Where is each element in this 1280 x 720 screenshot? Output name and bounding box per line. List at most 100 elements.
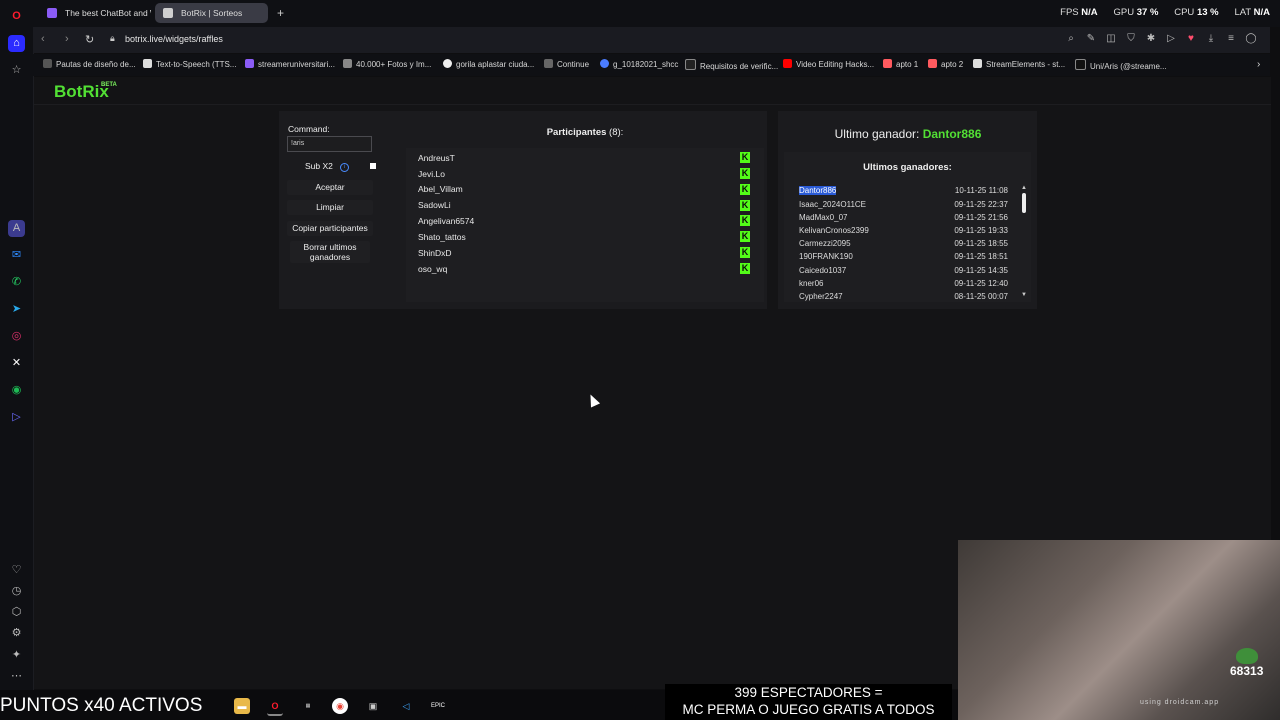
command-input[interactable]: !aris [287, 136, 372, 152]
forward-icon[interactable]: › [65, 33, 69, 45]
bookmark-item[interactable]: streameruniversitari... [245, 59, 335, 69]
app-icon[interactable]: ▦ [300, 698, 316, 714]
menu-icon[interactable]: ≡ [1225, 33, 1237, 45]
bookmark-item[interactable]: 40.000+ Fotos y Im... [343, 59, 431, 69]
bookmark-item[interactable]: Pautas de diseño de... [43, 59, 136, 69]
extensions-cube-icon[interactable]: ⬡ [8, 604, 25, 621]
tab-bar: The best ChatBot and Wid BotRix | Sorteo… [33, 0, 1280, 27]
obs-icon[interactable]: ▣ [365, 698, 381, 714]
bookmark-item[interactable]: Text-to-Speech (TTS... [143, 59, 236, 69]
vscode-icon[interactable]: ◁ [398, 698, 414, 714]
chevron-right-icon[interactable]: › [1257, 59, 1260, 70]
tab-botrix[interactable]: BotRix | Sorteos [155, 3, 268, 23]
participant-name: Abel_Villam [418, 184, 463, 194]
play-icon[interactable]: ▷ [1165, 33, 1177, 45]
copy-participants-button[interactable]: Copiar participantes [287, 221, 373, 236]
file-icon [544, 59, 553, 68]
profile-icon[interactable]: ◯ [1245, 33, 1257, 45]
tab-label: BotRix | Sorteos [181, 8, 243, 18]
extensions-icon[interactable]: ✱ [1145, 33, 1157, 45]
x-twitter-icon[interactable]: ✕ [8, 355, 25, 372]
instagram-icon[interactable]: ◎ [8, 328, 25, 345]
whatsapp-icon[interactable]: ✆ [8, 274, 25, 291]
bookmark-label: Requisitos de verific... [700, 62, 779, 71]
home-icon[interactable]: ⌂ [8, 35, 25, 52]
bookmark-item[interactable]: gorila aplastar ciuda... [443, 59, 534, 69]
accept-button[interactable]: Aceptar [287, 180, 373, 195]
kick-icon: K [740, 200, 750, 211]
bookmark-item[interactable]: StreamElements - st... [973, 59, 1065, 69]
plus-icon[interactable]: + [277, 6, 284, 20]
heart-icon[interactable]: ♥ [1185, 33, 1197, 45]
bookmark-star-icon[interactable]: ☆ [8, 62, 25, 79]
kick-icon: K [740, 168, 750, 179]
heart-icon[interactable]: ♡ [8, 562, 25, 579]
bookmark-label: apto 2 [941, 60, 964, 69]
settings-gear-icon[interactable]: ⚙ [8, 625, 25, 642]
epic-games-icon[interactable]: EPIC [430, 698, 446, 714]
viewers-line-2: MC PERMA O JUEGO GRATIS A TODOS [682, 702, 935, 717]
bookmark-item[interactable]: Requisitos de verific... [685, 59, 778, 71]
cpu-value: 13 % [1196, 7, 1219, 18]
url-field[interactable]: botrix.live/widgets/raffles [125, 34, 223, 44]
winners-list[interactable]: Dantor886 10-11-25 11:08 Isaac_2024O11CE 0… [784, 152, 1031, 302]
back-icon[interactable]: ‹ [41, 33, 45, 45]
delete-winners-button[interactable]: Borrar ultimos ganadores [290, 241, 370, 263]
bookmark-label: gorila aplastar ciuda... [456, 60, 535, 69]
sub-x2-label: Sub X2 [305, 161, 333, 171]
opera-icon[interactable]: O [267, 698, 283, 716]
scroll-up-icon[interactable]: ▲ [1021, 185, 1027, 191]
more-icon[interactable]: ⋯ [8, 668, 25, 685]
kick-icon: K [740, 184, 750, 195]
bookmark-label: streameruniversitari... [258, 60, 335, 69]
file-explorer-icon[interactable]: ▬ [234, 698, 250, 714]
shield-icon[interactable]: ⛉ [1125, 33, 1137, 45]
winner-date: 08-11-25 00:07 [954, 292, 1008, 301]
download-icon[interactable]: ⤓ [1205, 33, 1217, 45]
clear-button[interactable]: Limpiar [287, 200, 373, 215]
kick-icon: K [740, 247, 750, 258]
bookmark-item[interactable]: apto 2 [928, 59, 963, 69]
winner-name: 190FRANK190 [799, 252, 853, 261]
bookmark-item[interactable]: apto 1 [883, 59, 918, 69]
bookmark-item[interactable]: Uni/Aris (@streame... [1075, 59, 1167, 71]
spotify-icon[interactable]: ◉ [8, 382, 25, 399]
player-icon[interactable]: ▷ [8, 409, 25, 426]
winner-name: Cypher2247 [799, 292, 843, 301]
winners-scrollbar[interactable] [1022, 193, 1026, 213]
command-label: Command: [288, 124, 330, 134]
bookmark-item[interactable]: Video Editing Hacks... [783, 59, 874, 69]
bookmark-label: apto 1 [896, 60, 919, 69]
bookmark-label: g_10182021_shcc [613, 60, 679, 69]
bookmark-item[interactable]: Continue [544, 59, 589, 69]
search-icon[interactable]: ⌕ [1065, 33, 1077, 45]
bookmark-label: StreamElements - st... [986, 60, 1066, 69]
sub-x2-checkbox[interactable] [370, 163, 376, 169]
winner-name: MadMax0_07 [799, 213, 848, 222]
history-icon[interactable]: ◷ [8, 583, 25, 600]
edit-icon[interactable]: ✎ [1085, 33, 1097, 45]
telegram-icon[interactable]: ➤ [8, 301, 25, 318]
chrome-icon[interactable]: ◉ [332, 698, 348, 714]
fps-label: FPS [1060, 7, 1079, 18]
participant-name: SadowLi [418, 200, 451, 210]
winner-name: Isaac_2024O11CE [799, 200, 867, 209]
info-icon[interactable]: i [340, 163, 349, 172]
participant-name: Shato_tattos [418, 232, 466, 242]
opera-logo-icon[interactable]: O [8, 8, 25, 25]
bookmark-item[interactable]: g_10182021_shcc [600, 59, 678, 69]
aria-icon[interactable]: A [8, 220, 25, 237]
reload-icon[interactable]: ↻ [85, 33, 94, 46]
tab-chatbot[interactable]: The best ChatBot and Wid [39, 3, 151, 23]
airbnb-icon [928, 59, 937, 68]
streamelements-icon [973, 59, 982, 68]
puntos-overlay: PUNTOS x40 ACTIVOS [0, 695, 203, 716]
participants-count: (8): [609, 127, 624, 138]
participant-name: Angelivan6574 [418, 216, 475, 226]
camera-icon[interactable]: ◫ [1105, 33, 1117, 45]
messenger-icon[interactable]: ✉ [8, 247, 25, 264]
scroll-down-icon[interactable]: ▼ [1021, 292, 1027, 298]
viewers-overlay: 399 ESPECTADORES = MC PERMA O JUEGO GRAT… [665, 684, 952, 720]
lat-value: N/A [1253, 7, 1270, 18]
lightbulb-icon[interactable]: ✦ [8, 647, 25, 664]
